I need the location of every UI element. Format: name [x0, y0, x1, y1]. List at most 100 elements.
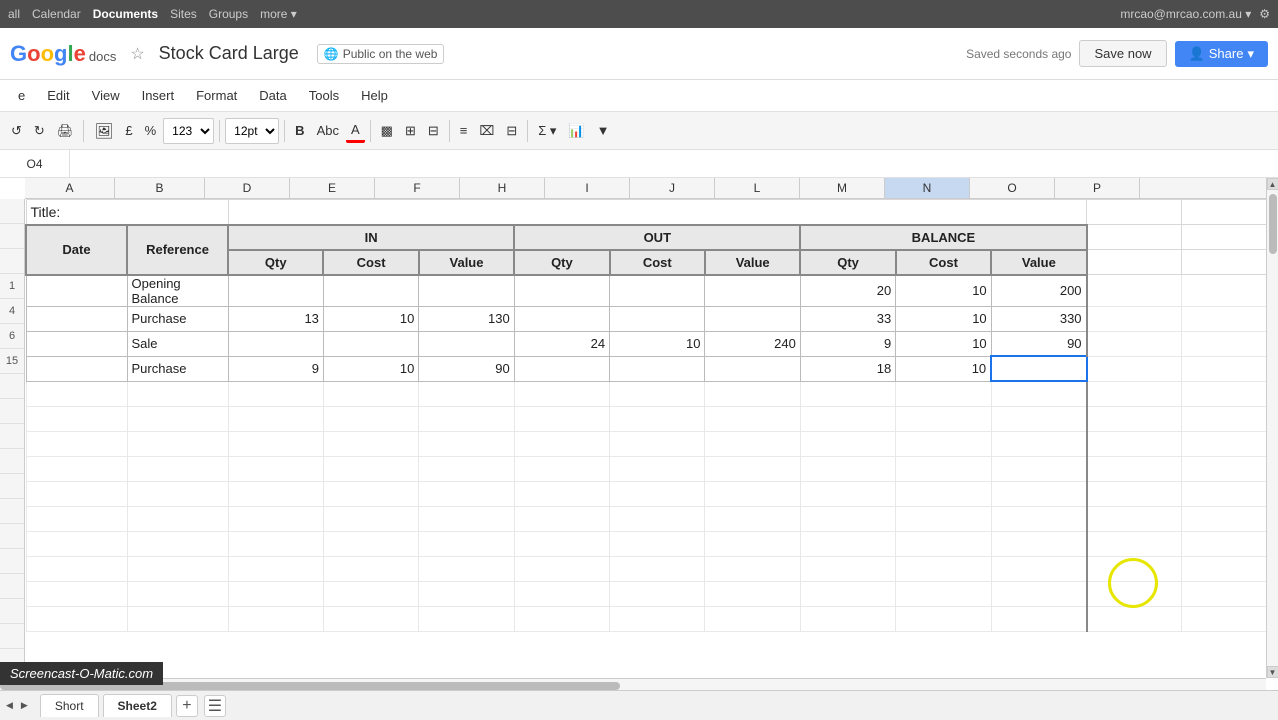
row-num-1[interactable]: 1	[0, 274, 24, 299]
er9-b[interactable]	[127, 581, 228, 606]
s-bal-value[interactable]: 90	[991, 331, 1086, 356]
top-nav-more[interactable]: more ▾	[260, 7, 297, 21]
er3-m[interactable]	[896, 431, 991, 456]
er10-j[interactable]	[705, 606, 800, 631]
menu-edit[interactable]: Edit	[37, 84, 79, 107]
er3-j[interactable]	[705, 431, 800, 456]
horizontal-scrollbar[interactable]	[0, 678, 1266, 690]
ob-reference[interactable]: Opening Balance	[127, 275, 228, 307]
er2-e[interactable]	[323, 406, 418, 431]
er6-l[interactable]	[800, 506, 895, 531]
er3-e[interactable]	[323, 431, 418, 456]
er6-b[interactable]	[127, 506, 228, 531]
col-header-d[interactable]: D	[205, 178, 290, 198]
er1-l[interactable]	[800, 381, 895, 406]
valign-button[interactable]: ⊟	[501, 120, 522, 142]
er1-a[interactable]	[26, 381, 127, 406]
redo-button[interactable]: ↻	[29, 120, 50, 142]
bg-color-button[interactable]: ▩	[376, 120, 398, 142]
er10-i[interactable]	[610, 606, 705, 631]
row-num-e7[interactable]	[0, 524, 24, 549]
sheet-tab-short[interactable]: Short	[40, 694, 99, 717]
row-num-e8[interactable]	[0, 549, 24, 574]
er3-h[interactable]	[514, 431, 609, 456]
er4-m[interactable]	[896, 456, 991, 481]
er1-f[interactable]	[419, 381, 514, 406]
wrap-button[interactable]: ⌧	[474, 120, 499, 142]
filter-button[interactable]: ▼	[592, 120, 615, 141]
menu-format[interactable]: Format	[186, 84, 247, 107]
er3-d[interactable]	[228, 431, 323, 456]
er3-a[interactable]	[26, 431, 127, 456]
s-in-cost[interactable]	[323, 331, 418, 356]
chart-button[interactable]: 📊	[563, 120, 589, 142]
er7-m[interactable]	[896, 531, 991, 556]
er10-m[interactable]	[896, 606, 991, 631]
row-num-e9[interactable]	[0, 574, 24, 599]
percent-button[interactable]: %	[140, 120, 162, 141]
p1-in-qty[interactable]: 13	[228, 306, 323, 331]
row-num-e1[interactable]	[0, 374, 24, 399]
er7-e[interactable]	[323, 531, 418, 556]
ob-bal-value[interactable]: 200	[991, 275, 1086, 307]
menu-tools[interactable]: Tools	[299, 84, 349, 107]
er1-m[interactable]	[896, 381, 991, 406]
er2-f[interactable]	[419, 406, 514, 431]
menu-data[interactable]: Data	[249, 84, 296, 107]
bold-button[interactable]: B	[290, 120, 309, 141]
p2-date[interactable]	[26, 356, 127, 381]
row-num-e10[interactable]	[0, 599, 24, 624]
er1-e[interactable]	[323, 381, 418, 406]
er2-d[interactable]	[228, 406, 323, 431]
top-nav-documents[interactable]: Documents	[93, 7, 158, 21]
sheet-nav-prev[interactable]: ◀	[6, 700, 13, 711]
font-button[interactable]: Abc	[312, 120, 344, 141]
align-button[interactable]: ≡	[455, 120, 473, 141]
er3-l[interactable]	[800, 431, 895, 456]
er6-d[interactable]	[228, 506, 323, 531]
er2-j[interactable]	[705, 406, 800, 431]
row-num-15[interactable]: 15	[0, 349, 24, 374]
p2-out-value[interactable]	[705, 356, 800, 381]
p2-bal-cost[interactable]: 10	[896, 356, 991, 381]
save-now-button[interactable]: Save now	[1079, 40, 1166, 67]
row-num-e5[interactable]	[0, 474, 24, 499]
col-header-n[interactable]: N	[885, 178, 970, 198]
p1-bal-value[interactable]: 330	[991, 306, 1086, 331]
cell-reference[interactable]: O4	[0, 150, 70, 177]
row-num-4[interactable]: 4	[0, 299, 24, 324]
row-num-e3[interactable]	[0, 424, 24, 449]
functions-button[interactable]: Σ ▾	[533, 120, 561, 142]
currency-button[interactable]: £	[120, 120, 137, 141]
ob-bal-cost[interactable]: 10	[896, 275, 991, 307]
er3-f[interactable]	[419, 431, 514, 456]
er7-f[interactable]	[419, 531, 514, 556]
er5-b[interactable]	[127, 481, 228, 506]
s-out-cost[interactable]: 10	[610, 331, 705, 356]
doc-title[interactable]: Stock Card Large	[159, 43, 299, 64]
er10-e[interactable]	[323, 606, 418, 631]
p2-out-cost[interactable]	[610, 356, 705, 381]
row-num-6[interactable]: 6	[0, 324, 24, 349]
col-header-o[interactable]: O	[970, 178, 1055, 198]
p2-in-value[interactable]: 90	[419, 356, 514, 381]
p2-in-qty[interactable]: 9	[228, 356, 323, 381]
er6-h[interactable]	[514, 506, 609, 531]
er6-m[interactable]	[896, 506, 991, 531]
scroll-thumb[interactable]	[1269, 194, 1277, 254]
col-header-p[interactable]: P	[1055, 178, 1140, 198]
er10-d[interactable]	[228, 606, 323, 631]
s-in-value[interactable]	[419, 331, 514, 356]
er9-n[interactable]	[991, 581, 1086, 606]
p1-out-qty[interactable]	[514, 306, 609, 331]
er2-b[interactable]	[127, 406, 228, 431]
image-button[interactable]: 🖼	[89, 119, 118, 143]
add-sheet-button[interactable]: +	[176, 695, 198, 717]
menu-insert[interactable]: Insert	[132, 84, 185, 107]
er4-n[interactable]	[991, 456, 1086, 481]
col-header-e[interactable]: E	[290, 178, 375, 198]
top-nav-groups[interactable]: Groups	[209, 7, 248, 21]
er4-a[interactable]	[26, 456, 127, 481]
er5-d[interactable]	[228, 481, 323, 506]
star-icon[interactable]: ☆	[130, 44, 144, 64]
